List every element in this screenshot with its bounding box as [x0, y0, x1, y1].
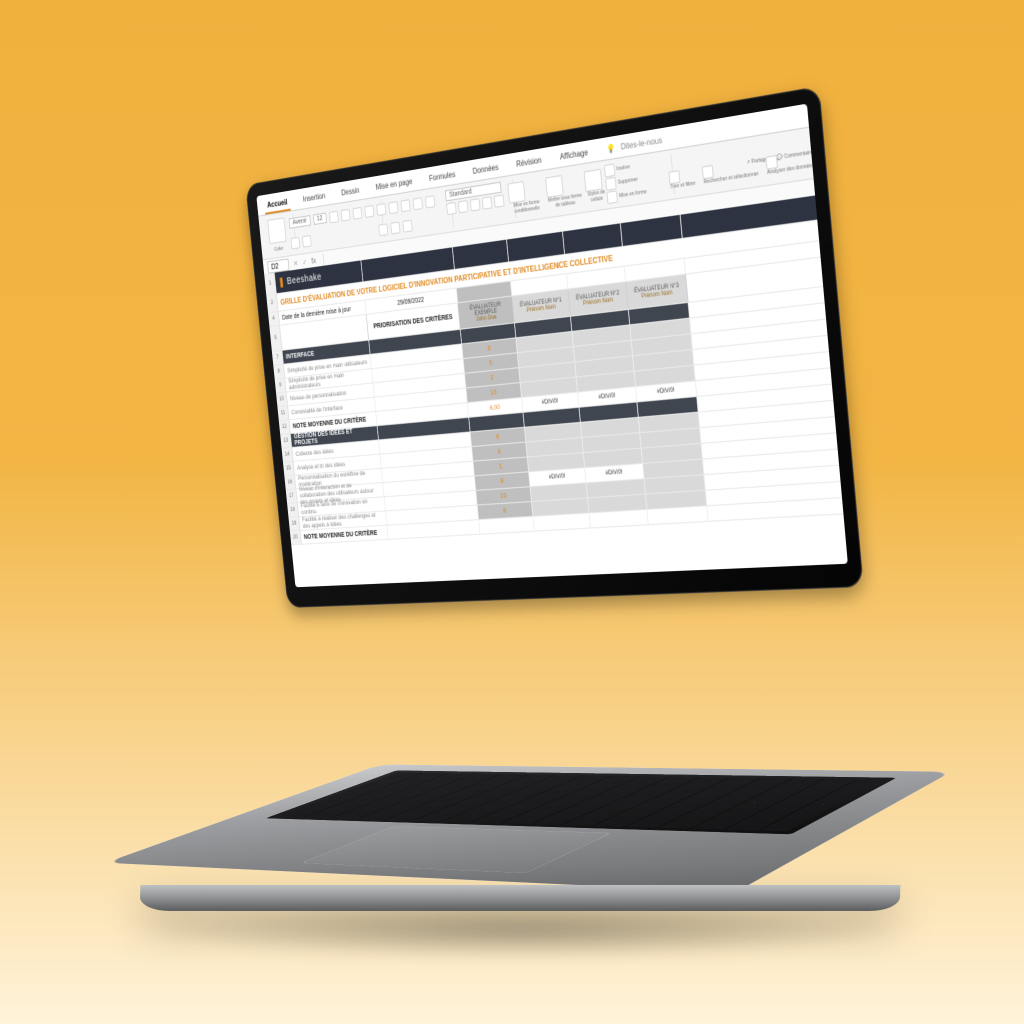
eval3-name[interactable]: Prénom Nom	[631, 289, 683, 302]
delete-cells[interactable]	[605, 177, 616, 191]
align-left[interactable]	[425, 195, 435, 208]
align-center[interactable]	[378, 223, 388, 236]
format-label: Mise en forme	[619, 189, 647, 199]
cell-styles-label: Styles de cellule	[586, 189, 607, 204]
font-size[interactable]: 12	[313, 213, 327, 225]
eval3-label: ÉVALUATEUR N°3	[630, 282, 682, 295]
dec-decimal[interactable]	[494, 194, 505, 207]
format-cells[interactable]	[606, 190, 617, 204]
italic-button[interactable]	[340, 208, 350, 221]
eval2-name[interactable]: Prénom Nom	[573, 296, 624, 308]
insert-label: Insérer	[616, 164, 630, 172]
merge-button[interactable]	[402, 219, 412, 232]
underline-button[interactable]	[352, 206, 362, 219]
eval2-label: ÉVALUATEUR N°2	[572, 290, 623, 302]
percent-button[interactable]	[458, 200, 469, 213]
cell-styles[interactable]	[584, 169, 603, 192]
table-fmt-label: Mettre sous forme de tableau	[547, 192, 584, 210]
tab-revision[interactable]: Révision	[512, 152, 545, 174]
font-color-button[interactable]	[302, 235, 312, 248]
laptop-front-edge	[140, 885, 901, 911]
product-mockup-background: Accueil Insertion Dessin Mise en page Fo…	[0, 0, 1024, 1024]
currency-button[interactable]	[446, 202, 457, 215]
laptop: Accueil Insertion Dessin Mise en page Fo…	[263, 93, 844, 610]
find-select[interactable]	[702, 165, 714, 179]
brand-logo: ❚Beeshake	[278, 271, 322, 287]
tab-affichage[interactable]: Affichage	[556, 144, 592, 167]
insert-cells[interactable]	[604, 163, 615, 177]
error-div0: #DIV/0!	[636, 381, 697, 401]
comma-button[interactable]	[470, 198, 481, 211]
conditional-formatting[interactable]	[507, 181, 525, 204]
cancel-icon[interactable]: ✕	[293, 259, 299, 268]
wrap-text[interactable]	[413, 197, 423, 210]
delete-label: Supprimer	[618, 177, 639, 186]
error-div0: #DIV/0!	[578, 387, 637, 407]
cond-fmt-label: Mise en forme conditionnelle	[509, 198, 544, 215]
bold-button[interactable]	[329, 210, 339, 223]
align-bottom[interactable]	[400, 199, 410, 212]
align-right[interactable]	[390, 221, 400, 234]
fx-label[interactable]: fx	[311, 256, 316, 265]
error-div0: #DIV/0!	[522, 393, 579, 412]
sort-label: Trier et filtrer	[670, 180, 696, 190]
align-top[interactable]	[376, 203, 386, 216]
inc-decimal[interactable]	[482, 196, 493, 209]
comments-button[interactable]: 💬 Commentaires	[777, 149, 816, 161]
find-label: Rechercher et sélectionner	[703, 171, 759, 186]
format-as-table[interactable]	[545, 175, 564, 198]
analyze-label: Analyser des données	[767, 162, 815, 176]
fill-color-button[interactable]	[291, 236, 301, 249]
paste-label: Coller	[274, 246, 284, 253]
font-name[interactable]: Avenir	[289, 215, 311, 229]
align-middle[interactable]	[388, 201, 398, 214]
sort-filter[interactable]	[669, 170, 681, 184]
share-button[interactable]: ↗ Partager	[746, 156, 770, 166]
eval1-label: ÉVALUATEUR N°1	[516, 297, 565, 309]
keyboard-deck	[105, 764, 952, 892]
eval1-name[interactable]: Prénom Nom	[517, 303, 566, 315]
